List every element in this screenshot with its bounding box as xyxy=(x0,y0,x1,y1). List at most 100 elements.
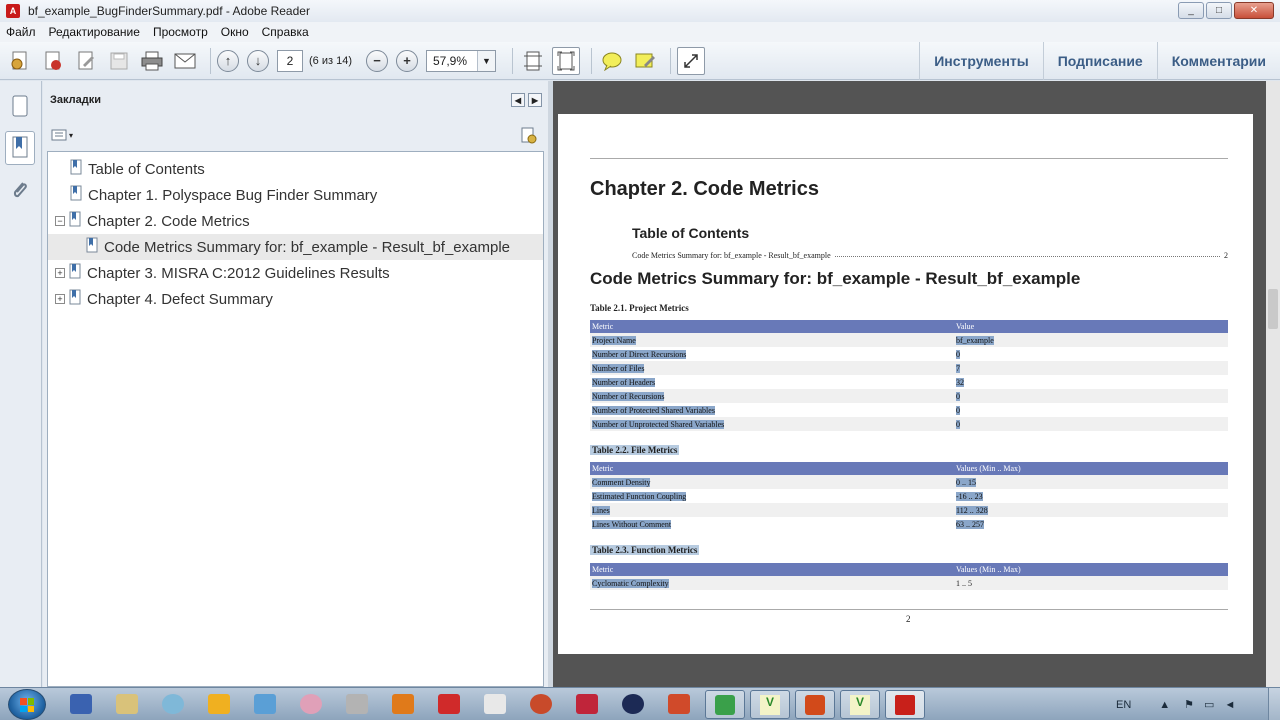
taskbar-window[interactable]: V xyxy=(840,690,880,719)
bookmark-icon xyxy=(69,211,81,231)
app-icon[interactable] xyxy=(576,694,598,714)
collapse-panel-icon[interactable]: ◀ xyxy=(511,93,525,107)
column-header: Values (Min .. Max) xyxy=(954,462,1228,475)
options-menu-icon[interactable]: ▾ xyxy=(51,129,73,141)
show-desktop-button[interactable] xyxy=(1268,688,1280,720)
close-panel-icon[interactable]: ▶ xyxy=(528,93,542,107)
bookmark-label: Code Metrics Summary for: bf_example - R… xyxy=(104,238,510,256)
email-icon[interactable] xyxy=(171,47,199,75)
lync-icon[interactable] xyxy=(254,694,276,714)
toc-entry-page: 2 xyxy=(1224,251,1228,260)
metric-name: Lines xyxy=(592,505,610,515)
matlab-icon[interactable] xyxy=(668,694,690,714)
save-app-icon[interactable] xyxy=(70,694,92,714)
collapse-icon[interactable]: − xyxy=(55,216,65,226)
network-icon[interactable]: ▭ xyxy=(1204,698,1214,711)
tray-arrow-icon[interactable]: ▲ xyxy=(1159,699,1170,711)
zoom-out-icon[interactable]: − xyxy=(365,49,388,72)
full-screen-icon[interactable] xyxy=(676,46,705,75)
previous-page-icon[interactable]: ↑ xyxy=(217,49,239,72)
page-number-input[interactable]: 2 xyxy=(277,49,303,72)
app-icon[interactable] xyxy=(438,694,460,714)
metric-value: 7 xyxy=(956,363,960,373)
metric-value: 63 .. 257 xyxy=(956,519,984,529)
find-bookmark-icon[interactable] xyxy=(520,127,538,148)
bookmark-label: Chapter 4. Defect Summary xyxy=(87,290,273,308)
maximize-button[interactable]: □ xyxy=(1206,2,1232,19)
bookmarks-icon[interactable] xyxy=(5,131,35,165)
metric-value: 0 xyxy=(956,419,960,429)
fit-width-icon[interactable] xyxy=(519,47,547,75)
close-button[interactable]: ✕ xyxy=(1234,2,1274,19)
metric-name: Number of Files xyxy=(592,363,645,373)
minimize-button[interactable]: _ xyxy=(1178,2,1204,19)
sign-link[interactable]: Подписание xyxy=(1042,42,1157,80)
combine-files-icon[interactable] xyxy=(39,47,67,75)
attachments-icon[interactable] xyxy=(5,173,35,207)
scrollbar-thumb[interactable] xyxy=(1268,289,1278,329)
chevron-down-icon[interactable]: ▼ xyxy=(476,50,495,71)
column-header: Values (Min .. Max) xyxy=(954,563,1228,576)
app-icon[interactable] xyxy=(530,694,552,714)
create-pdf-icon[interactable] xyxy=(6,47,34,75)
zoom-in-icon[interactable]: + xyxy=(395,49,418,72)
tools-link[interactable]: Инструменты xyxy=(919,42,1043,80)
edit-document-icon[interactable] xyxy=(72,47,100,75)
menu-edit[interactable]: Редактирование xyxy=(49,25,140,39)
outlook-icon[interactable] xyxy=(208,694,230,714)
menu-window[interactable]: Окно xyxy=(221,25,249,39)
volume-icon[interactable]: ◄ xyxy=(1224,699,1235,711)
toc-heading: Table of Contents xyxy=(632,225,750,241)
bookmark-icon xyxy=(69,263,81,283)
taskbar-window[interactable]: V xyxy=(750,690,790,719)
taskbar-window-active[interactable] xyxy=(885,690,925,719)
highlight-text-icon[interactable] xyxy=(631,47,659,75)
taskbar-window[interactable] xyxy=(795,690,835,719)
taskbar-window[interactable] xyxy=(705,690,745,719)
menu-file[interactable]: Файл xyxy=(6,25,36,39)
bookmark-item[interactable]: Chapter 1. Polyspace Bug Finder Summary xyxy=(48,182,543,208)
butterfly-icon[interactable] xyxy=(392,694,414,714)
action-center-icon[interactable]: ⚑ xyxy=(1184,698,1194,711)
print-icon[interactable] xyxy=(138,47,166,75)
bookmark-icon xyxy=(86,237,98,257)
bookmark-item[interactable]: Table of Contents xyxy=(48,156,543,182)
ie-icon[interactable] xyxy=(162,694,184,714)
table-row: Project Name bf_example xyxy=(590,333,1228,347)
toc-entry[interactable]: Code Metrics Summary for: bf_example - R… xyxy=(632,251,1228,260)
toolbar-separator xyxy=(210,47,211,74)
expand-icon[interactable]: + xyxy=(55,294,65,304)
save-icon[interactable] xyxy=(105,47,133,75)
bookmark-item[interactable]: + Chapter 4. Defect Summary xyxy=(48,286,543,312)
app-icon[interactable] xyxy=(346,694,368,714)
menu-help[interactable]: Справка xyxy=(262,25,309,39)
bookmark-label: Table of Contents xyxy=(88,160,205,178)
language-indicator[interactable]: EN xyxy=(1116,699,1131,711)
zoom-select[interactable]: 57,9% ▼ xyxy=(425,49,496,72)
app-icon[interactable] xyxy=(622,694,644,714)
zoom-value: 57,9% xyxy=(432,53,468,68)
app-icon[interactable] xyxy=(300,694,322,714)
explorer-icon[interactable] xyxy=(116,694,138,714)
bookmark-item[interactable]: − Chapter 2. Code Metrics xyxy=(48,208,543,234)
start-button[interactable] xyxy=(8,689,46,720)
menu-view[interactable]: Просмотр xyxy=(153,25,208,39)
bookmarks-tree: Table of Contents Chapter 1. Polyspace B… xyxy=(47,151,544,687)
fit-page-icon[interactable] xyxy=(551,46,580,75)
sticky-note-icon[interactable] xyxy=(598,47,626,75)
page-thumbnails-icon[interactable] xyxy=(5,89,35,123)
bookmarks-panel: Закладки ◀ ▶ ▾ Table of Contents Chapter… xyxy=(43,81,548,687)
window-controls: _ □ ✕ xyxy=(1178,2,1274,19)
comments-link[interactable]: Комментарии xyxy=(1156,42,1280,80)
table-row: Cyclomatic Complexity 1 .. 5 xyxy=(590,576,1228,590)
bookmark-icon xyxy=(70,185,82,205)
bookmark-item[interactable]: + Chapter 3. MISRA C:2012 Guidelines Res… xyxy=(48,260,543,286)
footer-rule xyxy=(590,609,1228,610)
expand-icon[interactable]: + xyxy=(55,268,65,278)
page-count-label: (6 из 14) xyxy=(309,54,352,67)
metric-name: Number of Protected Shared Variables xyxy=(592,405,715,415)
vertical-scrollbar[interactable] xyxy=(1266,81,1280,687)
bookmark-item-selected[interactable]: Code Metrics Summary for: bf_example - R… xyxy=(48,234,543,260)
next-page-icon[interactable]: ↓ xyxy=(247,49,269,72)
app-icon[interactable] xyxy=(484,694,506,714)
